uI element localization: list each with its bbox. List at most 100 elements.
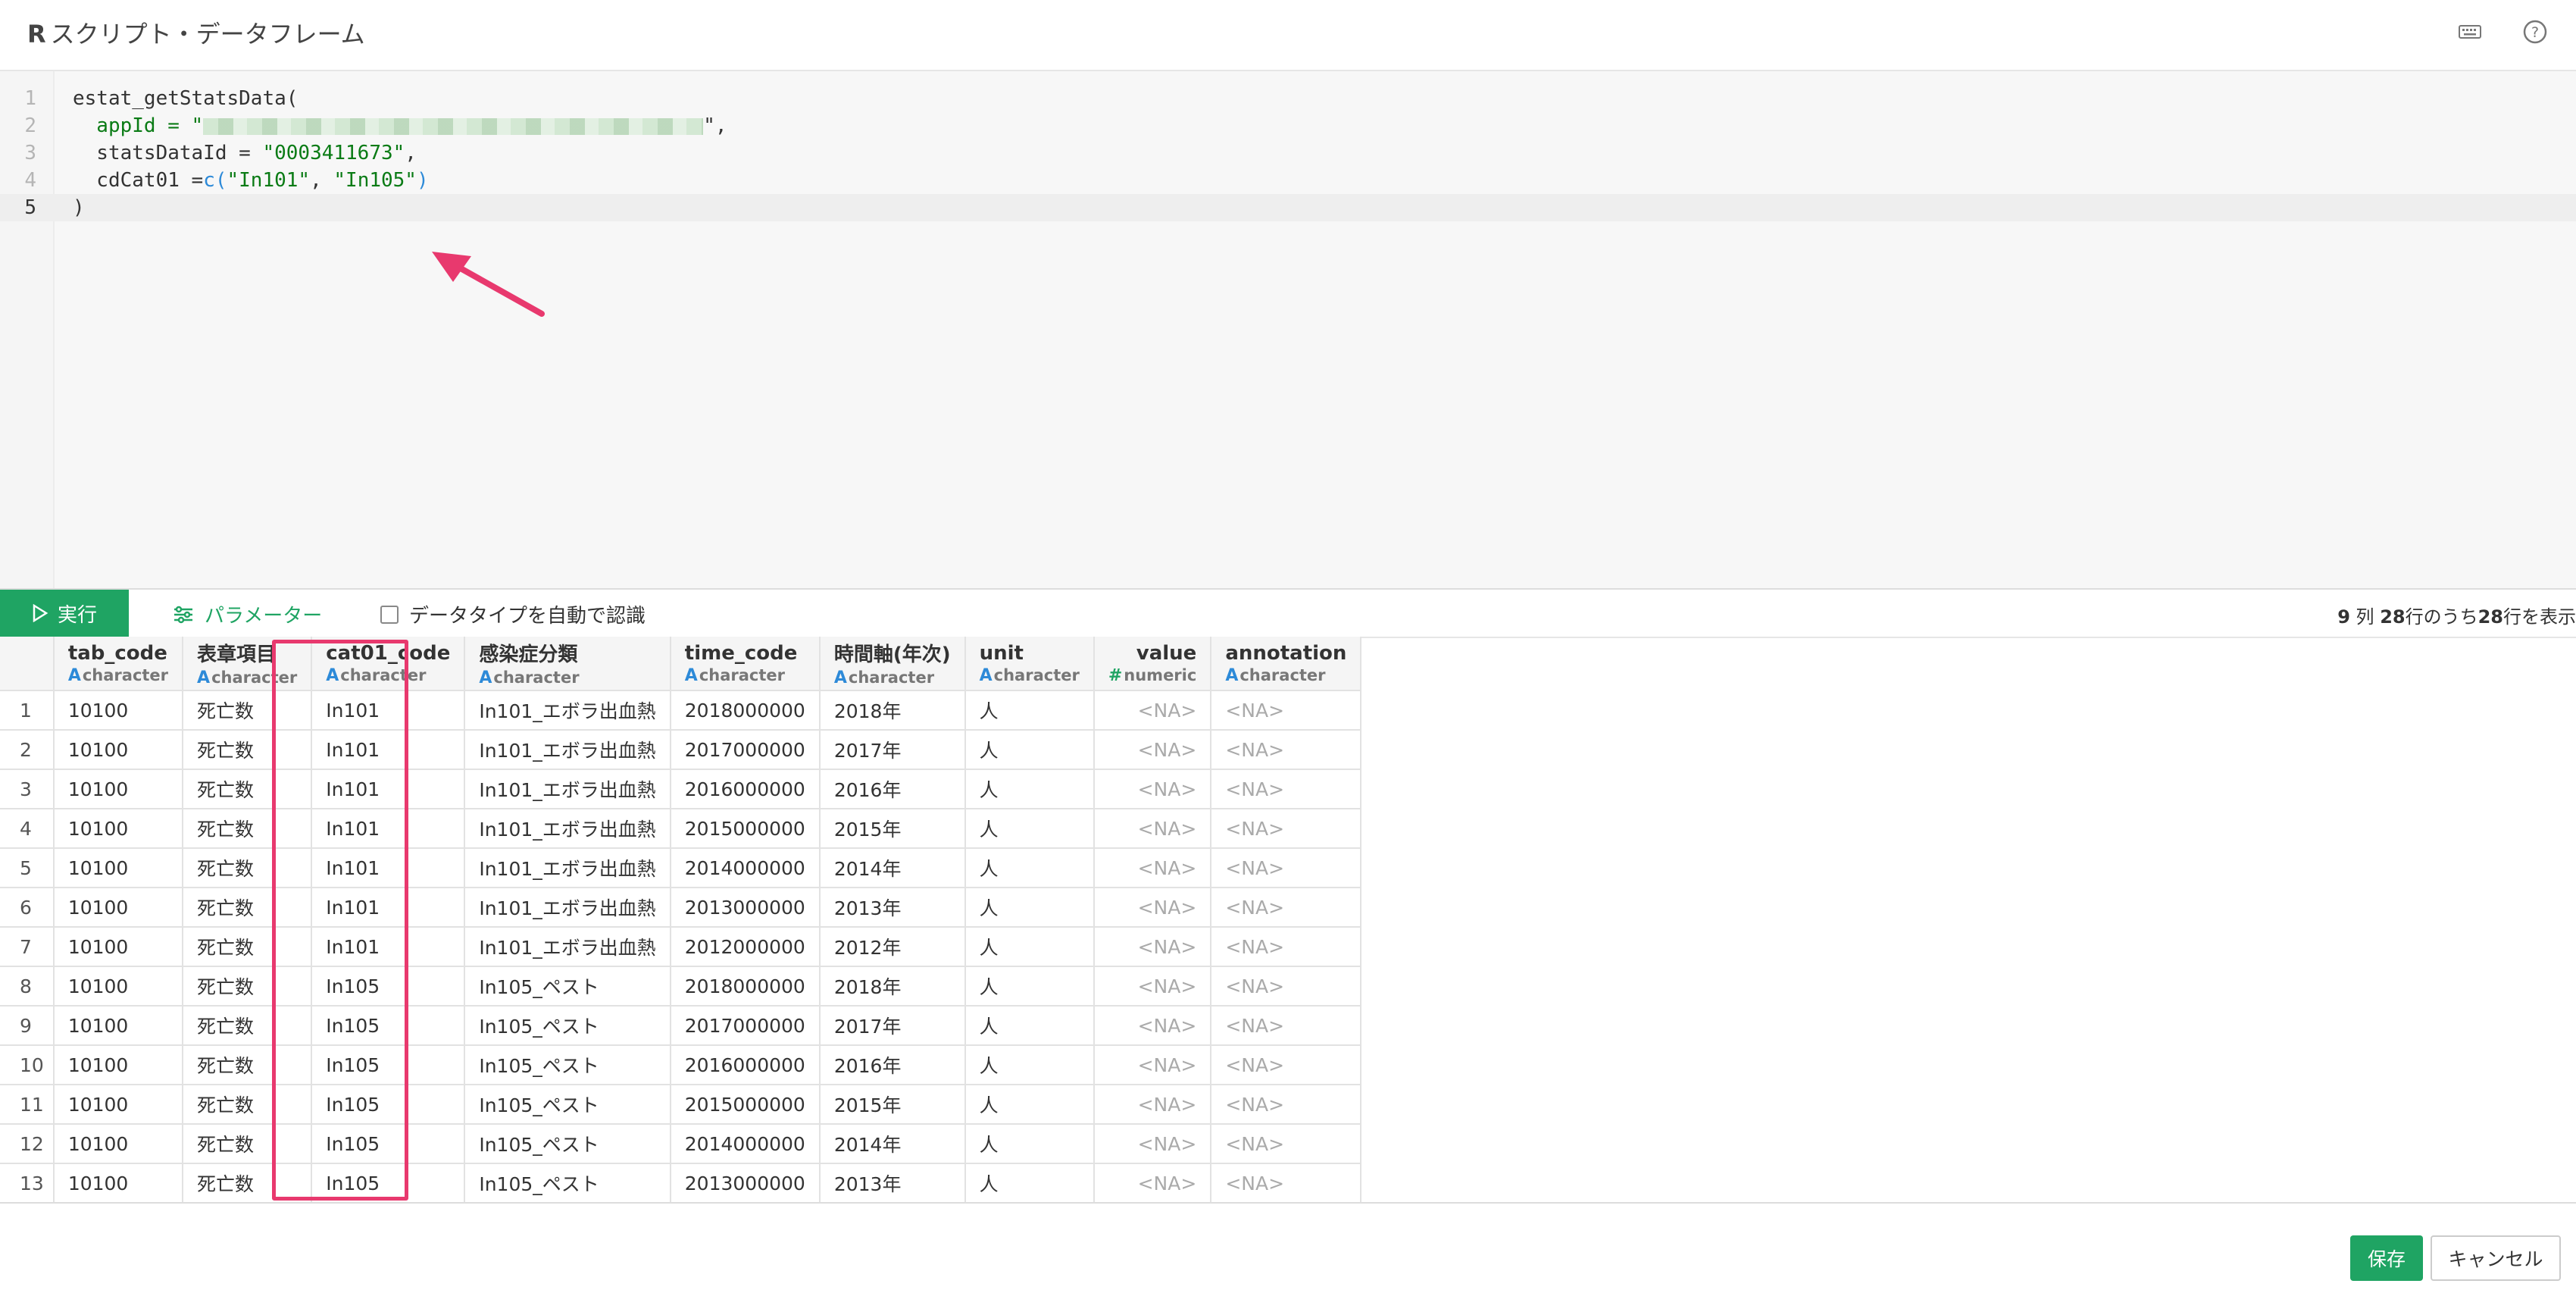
table-cell: In101_エボラ出血熱 bbox=[464, 888, 671, 928]
column-header[interactable]: 感染症分類 Acharacter bbox=[464, 637, 671, 691]
table-cell: <NA> bbox=[1093, 1163, 1212, 1202]
table-cell: 2013000000 bbox=[670, 1163, 821, 1202]
table-row[interactable]: 7 10100 死亡数 In101 In101_エボラ出血熱 2012000000 2012… bbox=[0, 927, 1362, 967]
table-row[interactable]: 8 10100 死亡数 In105 In105_ペスト 2018000000 2018年人 <… bbox=[0, 966, 1362, 1007]
code-editor[interactable]: 1 estat_getStatsData( 2 appId = " ", 3 st… bbox=[0, 71, 2576, 588]
table-cell: 10100 bbox=[53, 848, 184, 888]
table-cell: 2017000000 bbox=[670, 730, 821, 770]
code-token: ) bbox=[416, 169, 429, 192]
column-header[interactable]: time_code Acharacter bbox=[670, 637, 821, 691]
table-cell: <NA> bbox=[1093, 966, 1212, 1007]
table-cell: 2016000000 bbox=[670, 769, 821, 809]
summary-text: 行を表示 bbox=[2503, 606, 2576, 628]
run-button-label: 実行 bbox=[57, 603, 97, 627]
code-line-5[interactable]: 5 ) bbox=[0, 194, 2576, 221]
code-token: cdCat01 = bbox=[73, 169, 204, 192]
code-line-1[interactable]: 1 estat_getStatsData( bbox=[0, 85, 2576, 112]
table-cell: <NA> bbox=[1211, 888, 1362, 928]
table-cell: 2017年 bbox=[819, 1006, 966, 1046]
column-name: time_code bbox=[684, 641, 798, 665]
type-glyph-icon: A bbox=[684, 665, 698, 685]
code-line-4[interactable]: 4 cdCat01 =c("In101", "In105") bbox=[0, 167, 2576, 194]
table-row[interactable]: 12 10100 死亡数 In105 In105_ペスト 2014000000 2014年人… bbox=[0, 1124, 1362, 1164]
column-header[interactable]: tab_code Acharacter bbox=[53, 637, 184, 691]
table-cell: 10100 bbox=[53, 730, 184, 770]
row-number: 13 bbox=[0, 1163, 55, 1202]
svg-text:?: ? bbox=[2531, 24, 2539, 41]
table-cell: In101_エボラ出血熱 bbox=[464, 927, 671, 967]
table-row[interactable]: 3 10100 死亡数 In101 In101_エボラ出血熱 2016000000 2016… bbox=[0, 769, 1362, 809]
table-cell: 人 bbox=[964, 769, 1095, 809]
column-type: Acharacter bbox=[834, 668, 951, 687]
save-button[interactable]: 保存 bbox=[2350, 1235, 2423, 1281]
row-column-summary: 9 列 28行のうち28行を表示 bbox=[2337, 602, 2576, 628]
column-header[interactable]: annotation Acharacter bbox=[1211, 637, 1362, 691]
table-cell: 2018000000 bbox=[670, 966, 821, 1007]
table-cell: 10100 bbox=[53, 1163, 184, 1202]
column-type-label: character bbox=[82, 665, 169, 684]
table-cell: <NA> bbox=[1211, 1045, 1362, 1085]
table-row[interactable]: 10 10100 死亡数 In105 In105_ペスト 2016000000 2016年人… bbox=[0, 1045, 1362, 1085]
code-line-3[interactable]: 3 statsDataId = "0003411673", bbox=[0, 139, 2576, 167]
auto-type-label: データタイプを自動で認識 bbox=[409, 605, 646, 628]
table-cell: In101_エボラ出血熱 bbox=[464, 769, 671, 809]
table-cell: 人 bbox=[964, 1045, 1095, 1085]
table-row[interactable]: 5 10100 死亡数 In101 In101_エボラ出血熱 2014000000 2014… bbox=[0, 848, 1362, 888]
row-number: 4 bbox=[0, 809, 55, 849]
table-cell: 人 bbox=[964, 927, 1095, 967]
line-number: 4 bbox=[24, 169, 36, 192]
run-button[interactable]: 実行 bbox=[0, 590, 129, 637]
table-cell: 2018年 bbox=[819, 966, 966, 1007]
table-header-row: tab_code Acharacter 表章項目 Acharacter cat01_co… bbox=[0, 637, 1362, 691]
column-name: tab_code bbox=[67, 641, 167, 665]
row-number-header bbox=[0, 637, 55, 691]
column-header[interactable]: 時間軸(年次) Acharacter bbox=[819, 637, 966, 691]
code-token: appId = " bbox=[73, 114, 204, 137]
auto-type-checkbox[interactable] bbox=[380, 605, 399, 624]
table-cell: <NA> bbox=[1093, 730, 1212, 770]
line-number: 1 bbox=[24, 87, 36, 110]
table-cell: <NA> bbox=[1093, 1085, 1212, 1125]
table-cell: 人 bbox=[964, 1085, 1095, 1125]
help-icon[interactable]: ? bbox=[2520, 17, 2550, 47]
dialog-header: R スクリプト・データフレーム ? bbox=[0, 0, 2576, 71]
table-cell: <NA> bbox=[1211, 690, 1362, 731]
table-cell: 2016年 bbox=[819, 769, 966, 809]
code-text: cdCat01 =c("In101", "In105") bbox=[73, 167, 429, 194]
column-type-label: character bbox=[493, 668, 580, 687]
table-cell: 2012年 bbox=[819, 927, 966, 967]
table-cell: 人 bbox=[964, 690, 1095, 731]
table-cell: In101_エボラ出血熱 bbox=[464, 848, 671, 888]
auto-type-option[interactable]: データタイプを自動で認識 bbox=[380, 600, 646, 628]
table-row[interactable]: 6 10100 死亡数 In101 In101_エボラ出血熱 2013000000 2013… bbox=[0, 888, 1362, 928]
table-row[interactable]: 4 10100 死亡数 In101 In101_エボラ出血熱 2015000000 2015… bbox=[0, 809, 1362, 849]
column-header[interactable]: unit Acharacter bbox=[964, 637, 1095, 691]
row-number: 10 bbox=[0, 1045, 55, 1085]
table-row[interactable]: 2 10100 死亡数 In101 In101_エボラ出血熱 2017000000 2017… bbox=[0, 730, 1362, 770]
table-cell: 10100 bbox=[53, 769, 184, 809]
column-header[interactable]: value #numeric bbox=[1093, 637, 1212, 691]
code-token: ", bbox=[703, 114, 727, 137]
column-type-label: character bbox=[848, 668, 935, 687]
table-cell: 10100 bbox=[53, 888, 184, 928]
table-row[interactable]: 1 10100 死亡数 In101 In101_エボラ出血熱 2018000000 2018… bbox=[0, 690, 1362, 731]
keyboard-icon[interactable] bbox=[2455, 17, 2485, 47]
table-cell: <NA> bbox=[1093, 769, 1212, 809]
code-line-2[interactable]: 2 appId = " ", bbox=[0, 112, 2576, 139]
table-cell: 2014年 bbox=[819, 1124, 966, 1164]
type-glyph-icon: A bbox=[197, 668, 211, 687]
table-cell: In105_ペスト bbox=[464, 1163, 671, 1202]
column-type-label: numeric bbox=[1124, 665, 1197, 684]
table-cell: <NA> bbox=[1093, 1006, 1212, 1046]
table-cell: 2018000000 bbox=[670, 690, 821, 731]
table-row[interactable]: 11 10100 死亡数 In105 In105_ペスト 2015000000 2015年人… bbox=[0, 1085, 1362, 1125]
code-text: estat_getStatsData( bbox=[73, 87, 299, 110]
code-text: ) bbox=[73, 196, 85, 219]
table-cell: <NA> bbox=[1093, 927, 1212, 967]
column-type: #numeric bbox=[1108, 666, 1196, 685]
table-row[interactable]: 13 10100 死亡数 In105 In105_ペスト 2013000000 2013年人… bbox=[0, 1163, 1362, 1202]
table-cell: 2018年 bbox=[819, 690, 966, 731]
cancel-button[interactable]: キャンセル bbox=[2431, 1235, 2561, 1281]
parameters-button[interactable]: パラメーター bbox=[173, 600, 322, 628]
table-row[interactable]: 9 10100 死亡数 In105 In105_ペスト 2017000000 2017年人 <… bbox=[0, 1006, 1362, 1046]
